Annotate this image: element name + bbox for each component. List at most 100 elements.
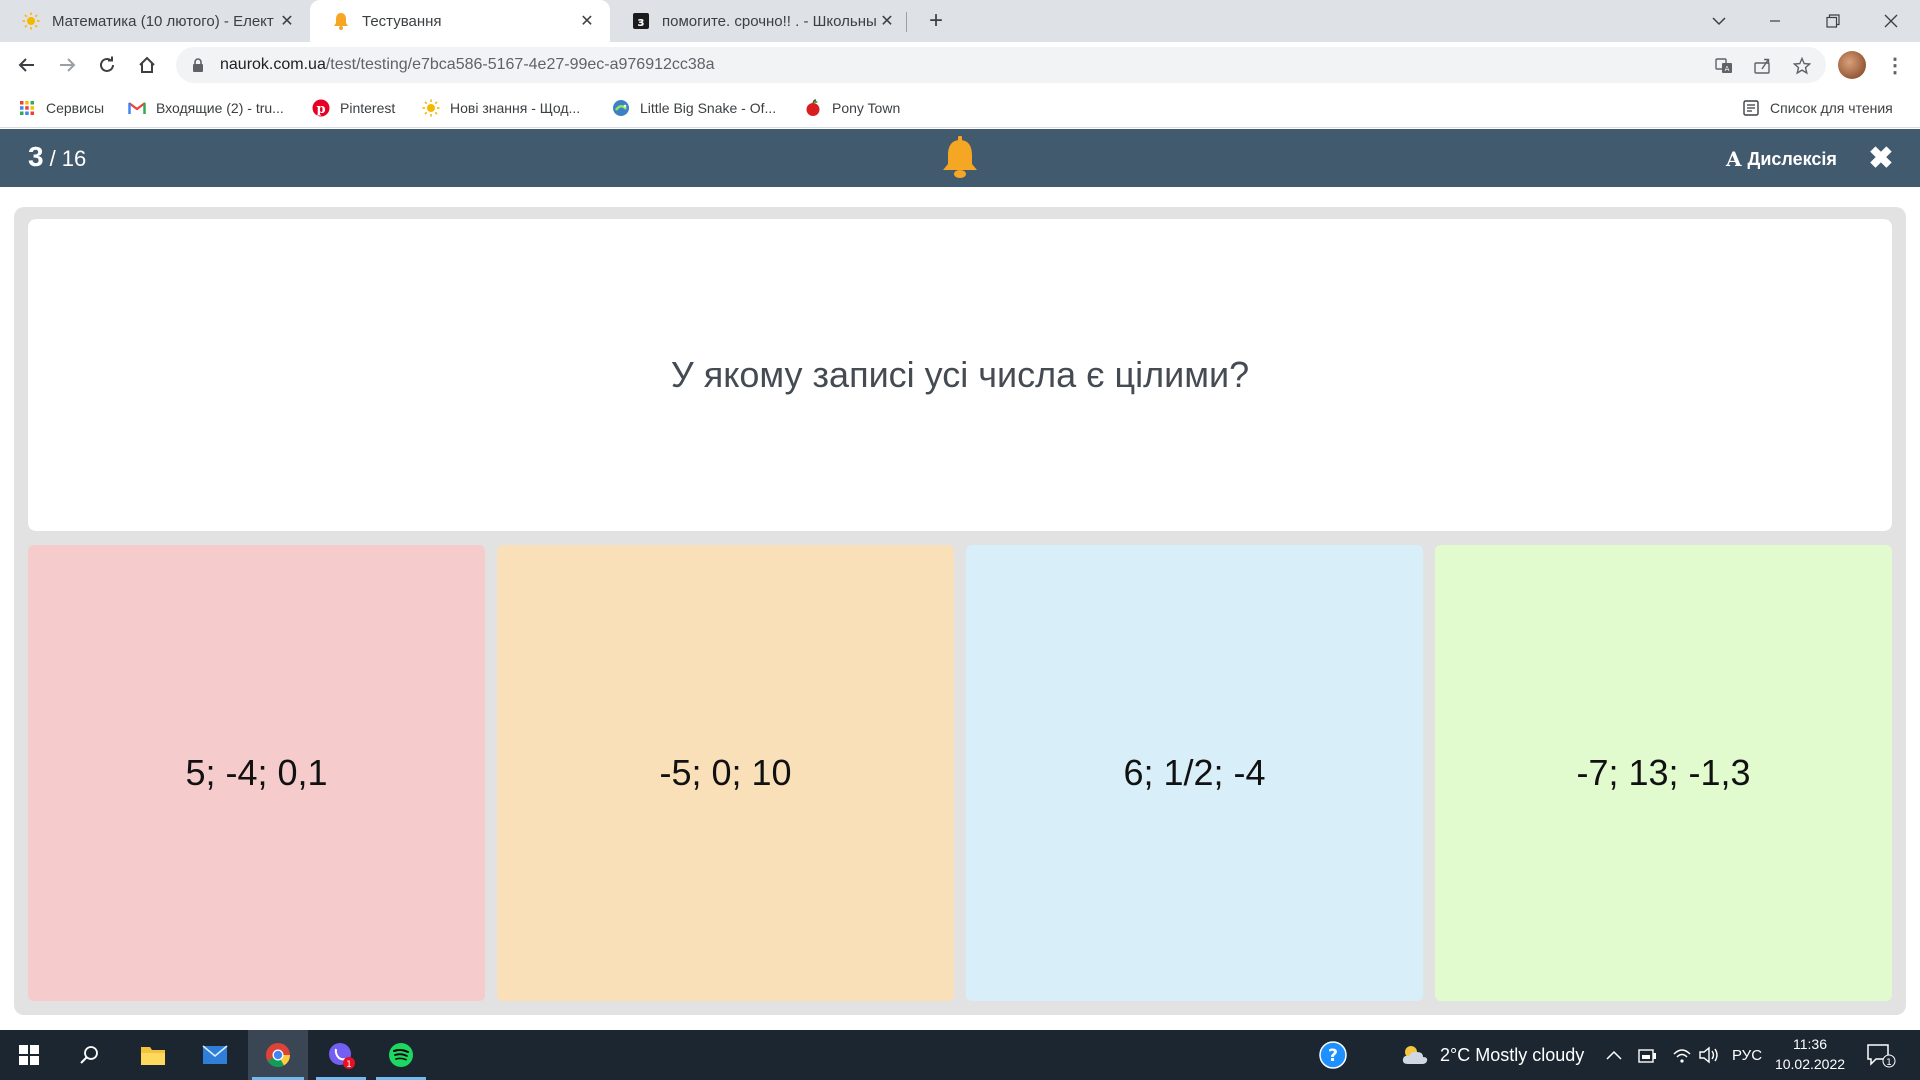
mail-icon xyxy=(202,1045,228,1064)
answer-option-4[interactable]: -7; 13; -1,3 xyxy=(1435,545,1892,1001)
dyslexia-toggle[interactable]: A Дислексія xyxy=(1726,147,1837,171)
viber-button[interactable]: 1 xyxy=(312,1030,370,1080)
url-path: /test/testing/e7bca586-5167-4e27-99ec-a9… xyxy=(325,56,715,73)
bookmark-star-icon[interactable] xyxy=(1790,54,1814,78)
home-button[interactable] xyxy=(132,50,162,80)
chevron-up-icon xyxy=(1606,1050,1622,1060)
svg-text:A: A xyxy=(1725,65,1730,73)
search-icon xyxy=(80,1046,98,1064)
browser-tab-strip: Математика (10 лютого) - Елект ✕ Тестува… xyxy=(0,0,1920,42)
bookmark-label: Сервисы xyxy=(46,100,105,116)
system-clock[interactable]: 11:36 10.02.2022 xyxy=(1770,1034,1850,1074)
question-counter: 3 / 16 xyxy=(28,141,86,173)
wifi-icon xyxy=(1673,1049,1691,1063)
tab-close-icon[interactable]: ✕ xyxy=(278,12,296,30)
svg-text:p: p xyxy=(316,102,325,117)
question-card: У якому записі усі числа є цілими? xyxy=(28,219,1892,531)
url-host: naurok.com.ua xyxy=(220,56,326,73)
bookmarks-bar: Сервисы Входящие (2) - tru... p Pinteres… xyxy=(0,88,1920,128)
viber-icon: 1 xyxy=(329,1043,355,1069)
address-bar[interactable]: naurok.com.ua/test/testing/e7bca586-5167… xyxy=(176,47,1826,83)
browser-toolbar: naurok.com.ua/test/testing/e7bca586-5167… xyxy=(0,42,1920,88)
tab-znanija[interactable]: з помогите. срочно!! . - Школьны ✕ xyxy=(610,0,910,42)
weather-text: 2°C Mostly cloudy xyxy=(1440,1044,1585,1065)
restore-button[interactable] xyxy=(1812,0,1854,42)
answer-option-3[interactable]: 6; 1/2; -4 xyxy=(966,545,1423,1001)
question-text: У якому записі усі числа є цілими? xyxy=(670,354,1250,395)
close-test-icon[interactable]: ✖ xyxy=(1864,141,1898,175)
bookmark-gmail[interactable]: Входящие (2) - tru... xyxy=(128,98,284,118)
naurok-bell-icon xyxy=(940,136,980,180)
apps-grid-icon xyxy=(18,99,36,117)
bookmark-novi-znannia[interactable]: Нові знання - Щод... xyxy=(422,98,580,118)
mail-button[interactable] xyxy=(186,1030,244,1080)
answer-option-2[interactable]: -5; 0; 10 xyxy=(497,545,954,1001)
cloud-sun-icon xyxy=(1402,1046,1428,1064)
battery-status[interactable] xyxy=(1638,1030,1658,1080)
reading-list-button[interactable]: Список для чтения xyxy=(1742,98,1893,118)
snake-icon xyxy=(612,99,630,117)
search-button[interactable] xyxy=(60,1030,118,1080)
bell-icon xyxy=(332,12,350,30)
close-window-button[interactable] xyxy=(1870,0,1912,42)
weather-widget[interactable]: 2°C Mostly cloudy xyxy=(1400,1030,1584,1080)
answer-text: 6; 1/2; -4 xyxy=(1123,752,1266,793)
pinterest-icon: p xyxy=(312,99,330,117)
start-button[interactable] xyxy=(0,1030,58,1080)
reload-button[interactable] xyxy=(92,50,122,80)
bookmark-label: Pony Town xyxy=(832,100,901,116)
bookmark-label: Входящие (2) - tru... xyxy=(156,100,284,116)
answer-text: -7; 13; -1,3 xyxy=(1576,752,1751,793)
browser-menu-icon[interactable]: ⋮ xyxy=(1880,50,1910,80)
profile-avatar[interactable] xyxy=(1838,51,1866,79)
spotify-icon xyxy=(389,1043,413,1067)
answer-options: 5; -4; 0,1 -5; 0; 10 6; 1/2; -4 -7; 13; … xyxy=(28,545,1892,1001)
minimize-button[interactable] xyxy=(1754,0,1796,42)
tab-close-icon[interactable]: ✕ xyxy=(578,12,596,30)
chrome-icon xyxy=(266,1043,290,1068)
tab-testing[interactable]: Тестування ✕ xyxy=(310,0,610,42)
file-explorer-button[interactable] xyxy=(124,1030,182,1080)
lock-icon[interactable] xyxy=(192,58,206,72)
windows-taskbar: 1 ? 2°C Mostly cloudy РУС 11:36 10.02.20… xyxy=(0,1030,1920,1080)
reading-list-label: Список для чтения xyxy=(1770,100,1893,116)
bookmark-services[interactable]: Сервисы xyxy=(18,98,104,118)
bookmark-little-big-snake[interactable]: Little Big Snake - Of... xyxy=(612,98,776,118)
battery-icon xyxy=(1638,1049,1656,1063)
bookmark-label: Little Big Snake - Of... xyxy=(640,100,777,116)
spotify-button[interactable] xyxy=(372,1030,430,1080)
input-language[interactable]: РУС xyxy=(1732,1030,1762,1080)
clock-date: 10.02.2022 xyxy=(1774,1056,1846,1072)
test-header: 3 / 16 A Дислексія ✖ xyxy=(0,129,1920,187)
volume-control[interactable] xyxy=(1698,1030,1720,1080)
bookmark-pony-town[interactable]: Pony Town xyxy=(804,98,900,118)
forward-button[interactable] xyxy=(52,50,82,80)
gmail-icon xyxy=(128,99,146,117)
translate-icon[interactable]: A xyxy=(1712,54,1736,78)
chrome-taskbar-button[interactable] xyxy=(248,1030,308,1080)
folder-icon xyxy=(141,1047,165,1065)
show-hidden-icons[interactable] xyxy=(1606,1030,1622,1080)
answer-option-1[interactable]: 5; -4; 0,1 xyxy=(28,545,485,1001)
viber-badge: 1 xyxy=(346,1060,352,1069)
back-button[interactable] xyxy=(12,50,42,80)
help-button[interactable]: ? xyxy=(1318,1030,1348,1080)
notification-count: 1 xyxy=(1886,1058,1892,1068)
dyslexia-icon: A xyxy=(1726,147,1742,171)
tab-title: помогите. срочно!! . - Школьны xyxy=(662,12,877,30)
tab-close-icon[interactable]: ✕ xyxy=(878,12,896,30)
new-tab-button[interactable]: + xyxy=(922,7,950,35)
speaker-icon xyxy=(1699,1046,1718,1064)
tab-search-chevron-icon[interactable] xyxy=(1698,0,1740,42)
network-status[interactable] xyxy=(1672,1030,1692,1080)
reading-list-icon xyxy=(1742,99,1760,117)
apple-icon xyxy=(804,99,822,117)
windows-logo-icon xyxy=(19,1045,39,1065)
tab-title: Математика (10 лютого) - Елект xyxy=(52,12,274,30)
tab-math[interactable]: Математика (10 лютого) - Елект ✕ xyxy=(0,0,310,42)
bookmark-label: Pinterest xyxy=(340,100,396,116)
sun-icon xyxy=(22,12,40,30)
share-icon[interactable] xyxy=(1750,54,1774,78)
bookmark-pinterest[interactable]: p Pinterest xyxy=(312,98,395,118)
notifications-button[interactable]: 1 xyxy=(1866,1030,1896,1080)
